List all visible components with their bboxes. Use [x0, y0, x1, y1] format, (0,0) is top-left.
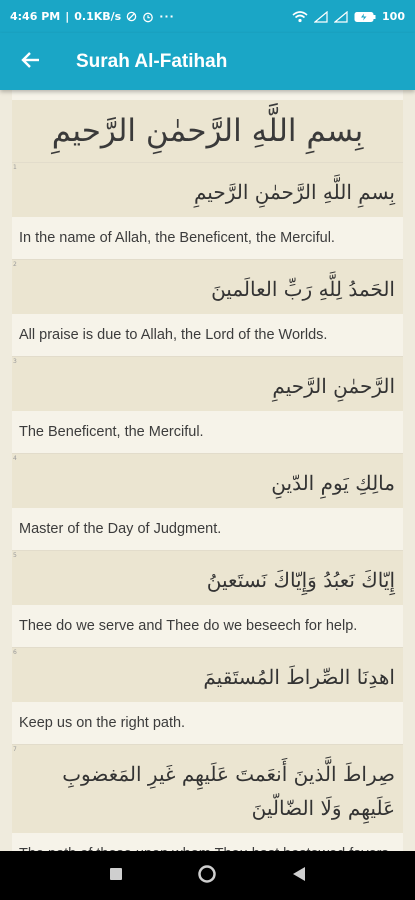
signal-icon-2	[334, 10, 348, 23]
verse-arabic: مالِكِ يَومِ الدّينِ	[12, 454, 403, 508]
verse-translation: The path of those upon whom Thou hast be…	[12, 833, 403, 851]
status-left: 4:46 PM | 0.1KB/s ···	[10, 10, 175, 23]
do-not-disturb-icon	[126, 11, 137, 22]
verse-translation: All praise is due to Allah, the Lord of …	[19, 327, 328, 343]
verse-arabic: صِراطَ الَّذينَ أَنعَمتَ عَلَيهِم غَيرِ …	[12, 745, 403, 833]
verse-number: 5	[13, 552, 17, 559]
nav-back-button[interactable]	[279, 856, 319, 896]
more-notifications-icon: ···	[159, 10, 175, 23]
arrow-back-icon	[21, 51, 41, 73]
verse-item[interactable]: 6 اهدِنَا الصِّراطَ المُستَقيمَ Keep us …	[12, 647, 403, 744]
circle-icon	[197, 864, 217, 888]
status-bar: 4:46 PM | 0.1KB/s ··· 100	[0, 0, 415, 33]
verse-arabic: الرَّحمٰنِ الرَّحيمِ	[12, 357, 403, 411]
verse-translation: In the name of Allah, the Beneficent, th…	[19, 230, 335, 246]
verse-item[interactable]: 2 الحَمدُ لِلَّهِ رَبِّ العالَمينَ All p…	[12, 259, 403, 356]
page-title: Surah Al-Fatihah	[76, 50, 228, 72]
back-button[interactable]	[0, 33, 62, 90]
signal-icon	[314, 10, 328, 23]
triangle-icon	[292, 866, 306, 886]
verse-arabic: بِسمِ اللَّهِ الرَّحمٰنِ الرَّحيمِ	[12, 163, 403, 217]
verse-number: 2	[13, 261, 17, 268]
verse-number: 3	[13, 358, 17, 365]
verse-arabic: الحَمدُ لِلَّهِ رَبِّ العالَمينَ	[12, 260, 403, 314]
battery-icon	[354, 11, 376, 23]
verse-number: 6	[13, 649, 17, 656]
system-nav-bar	[0, 851, 415, 900]
recent-apps-button[interactable]	[96, 856, 136, 896]
alarm-icon	[142, 11, 154, 23]
status-net-speed: 0.1KB/s	[74, 10, 122, 23]
status-time: 4:46 PM	[10, 10, 61, 23]
verse-number: 1	[13, 164, 17, 171]
verse-translation: The Beneficent, the Merciful.	[19, 424, 204, 440]
battery-level: 100	[382, 10, 405, 23]
verse-item[interactable]: 3 الرَّحمٰنِ الرَّحيمِ The Beneficent, t…	[12, 356, 403, 453]
verse-arabic: إِيّاكَ نَعبُدُ وَإِيّاكَ نَستَعينُ	[12, 551, 403, 605]
verse-item[interactable]: 7 صِراطَ الَّذينَ أَنعَمتَ عَلَيهِم غَير…	[12, 744, 403, 851]
square-icon	[109, 866, 123, 885]
verse-translation: Keep us on the right path.	[19, 715, 186, 731]
status-right: 100	[292, 10, 405, 23]
home-button[interactable]	[187, 856, 227, 896]
verse-arabic: اهدِنَا الصِّراطَ المُستَقيمَ	[12, 648, 403, 702]
app-bar: Surah Al-Fatihah	[0, 33, 415, 90]
verse-item[interactable]: 4 مالِكِ يَومِ الدّينِ Master of the Day…	[12, 453, 403, 550]
wifi-icon	[292, 10, 308, 23]
surah-content[interactable]: بِسمِ اللَّهِ الرَّحمٰنِ الرَّحيمِ 1 بِس…	[12, 90, 403, 851]
verse-translation: Master of the Day of Judgment.	[19, 521, 222, 537]
verse-item[interactable]: 1 بِسمِ اللَّهِ الرَّحمٰنِ الرَّحيمِ In …	[12, 162, 403, 259]
verse-item[interactable]: 5 إِيّاكَ نَعبُدُ وَإِيّاكَ نَستَعينُ Th…	[12, 550, 403, 647]
verse-translation: Thee do we serve and Thee do we beseech …	[19, 618, 358, 634]
verse-number: 7	[13, 746, 17, 753]
bismillah-header: بِسمِ اللَّهِ الرَّحمٰنِ الرَّحيمِ	[12, 100, 403, 162]
verse-number: 4	[13, 455, 17, 462]
